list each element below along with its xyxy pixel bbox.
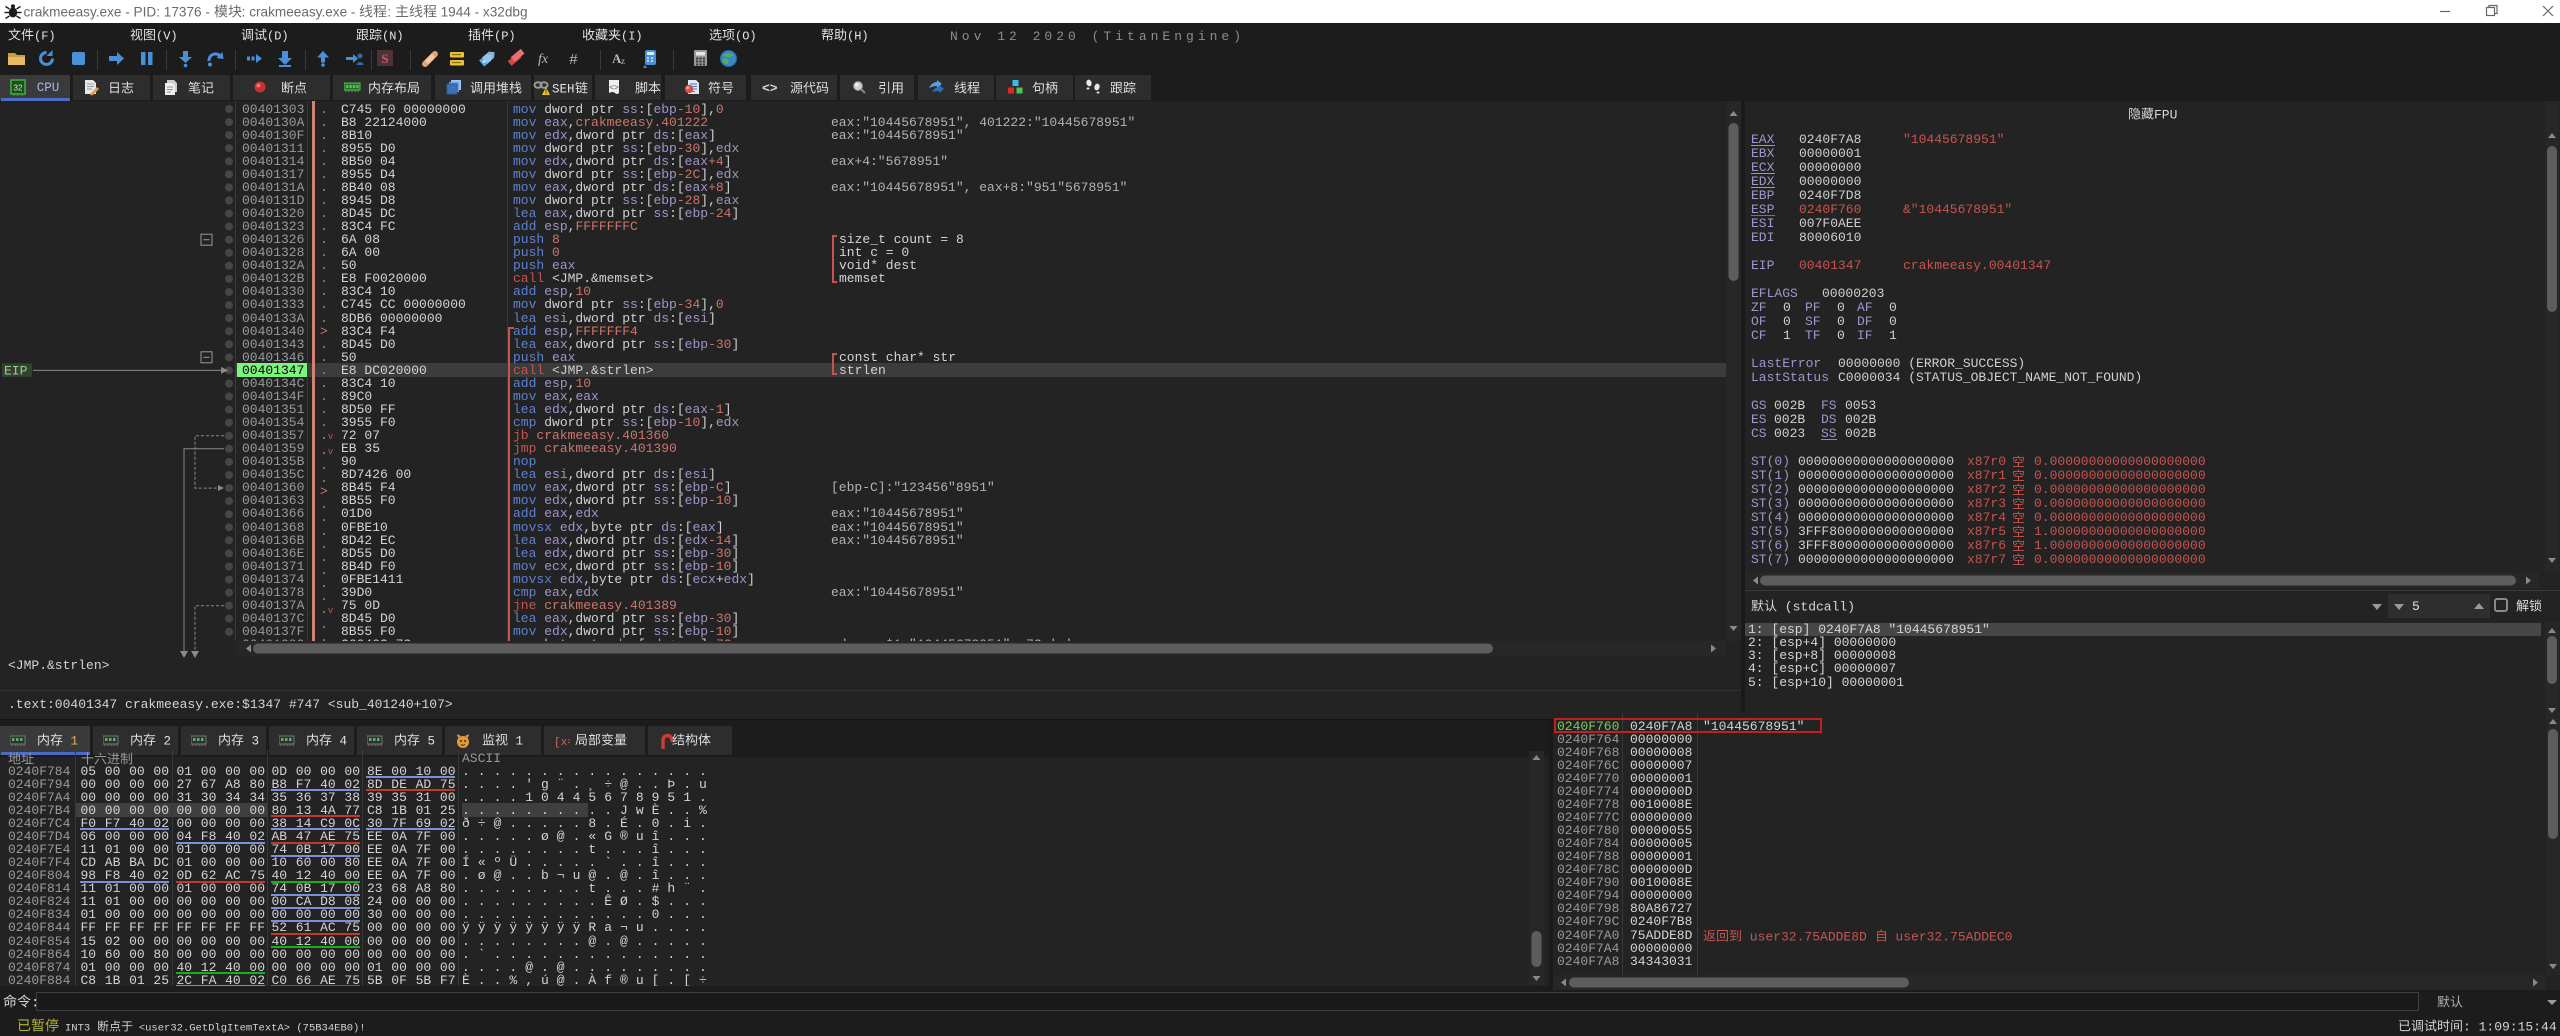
svg-text:[x=]: [x=] <box>554 737 570 749</box>
svg-text:<>: <> <box>762 81 778 96</box>
svg-text:EIP: EIP <box>4 363 28 378</box>
svg-text:S: S <box>381 51 388 66</box>
svg-text:z: z <box>621 56 625 66</box>
svg-text:32: 32 <box>14 84 23 93</box>
svg-text:<>: <> <box>609 84 619 93</box>
svg-text:#: # <box>569 52 578 69</box>
svg-text:fx: fx <box>538 52 549 67</box>
svg-text:!: ! <box>545 89 547 96</box>
